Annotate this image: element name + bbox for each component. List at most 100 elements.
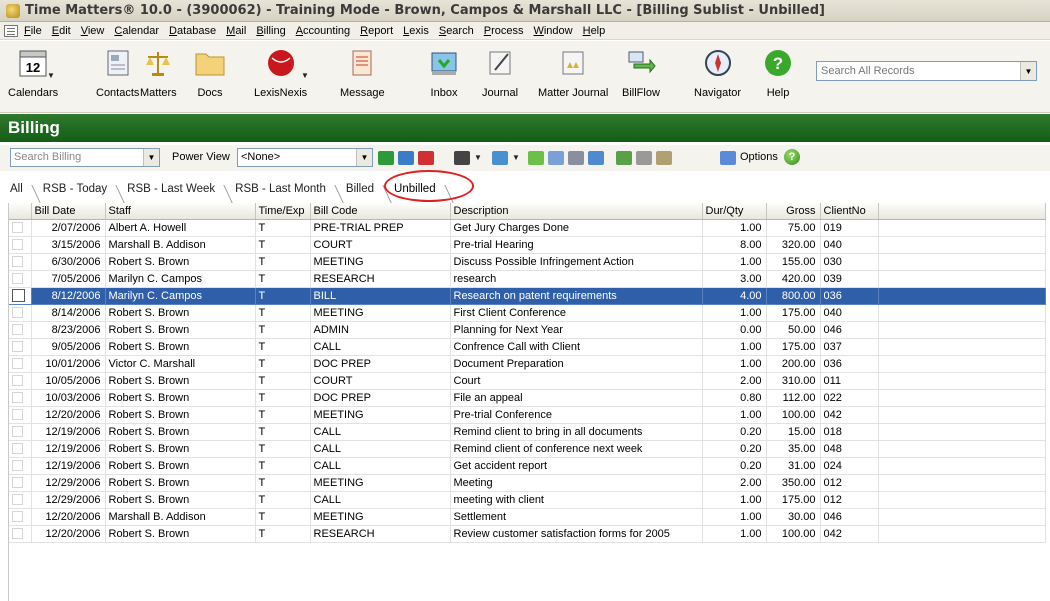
table-row[interactable]: 12/20/2006 Robert S. Brown T MEETING Pre-tri… xyxy=(9,406,1046,424)
column-header-bill-code[interactable]: Bill Code xyxy=(310,203,451,220)
column-header-description[interactable]: Description xyxy=(450,203,703,220)
help-icon[interactable]: ? xyxy=(784,149,800,165)
filter-icon[interactable] xyxy=(492,151,508,165)
search-all-records-input[interactable]: Search All Records xyxy=(817,65,1020,77)
row-checkbox[interactable] xyxy=(12,392,23,404)
help-button[interactable]: ? Help xyxy=(762,47,794,99)
print-icon[interactable] xyxy=(636,151,652,165)
row-checkbox[interactable] xyxy=(12,511,23,523)
menu-help[interactable]: Help xyxy=(583,25,606,37)
table-row[interactable]: 3/15/2006 Marshall B. Addison T COURT Pre-tr… xyxy=(9,236,1046,254)
row-checkbox[interactable] xyxy=(12,460,23,472)
row-checkbox[interactable] xyxy=(12,358,23,370)
table-row[interactable]: 12/19/2006 Robert S. Brown T CALL Remind cli… xyxy=(9,423,1046,441)
properties-icon[interactable] xyxy=(656,151,672,165)
docs-button[interactable]: Docs xyxy=(194,47,226,99)
search-all-records-combo[interactable]: Search All Records ▼ xyxy=(816,61,1037,81)
column-header-staff[interactable]: Staff xyxy=(105,203,256,220)
message-button[interactable]: Message xyxy=(340,47,385,99)
row-checkbox[interactable] xyxy=(12,324,23,336)
row-checkbox[interactable] xyxy=(12,443,23,455)
billing-search-combo[interactable]: Search Billing ▼ xyxy=(10,148,160,167)
edit-record-icon[interactable] xyxy=(398,151,414,165)
menu-search[interactable]: Search xyxy=(439,25,474,37)
calendars-dropdown-icon[interactable]: ▼ xyxy=(47,71,55,80)
lexisnexis-button[interactable]: LexisNexis xyxy=(254,47,307,99)
table-row[interactable]: 6/30/2006 Robert S. Brown T MEETING Discuss … xyxy=(9,253,1046,271)
tab-all[interactable]: All xyxy=(4,183,29,200)
row-checkbox[interactable] xyxy=(12,426,23,438)
row-checkbox[interactable] xyxy=(12,477,23,489)
matter-journal-button[interactable]: Matter Journal xyxy=(538,47,608,99)
row-checkbox[interactable] xyxy=(12,289,25,302)
table-row[interactable]: 8/14/2006 Robert S. Brown T MEETING First Cl… xyxy=(9,304,1046,322)
table-row[interactable]: 12/29/2006 Robert S. Brown T MEETING Meeting… xyxy=(9,474,1046,492)
column-header-clientno[interactable]: ClientNo xyxy=(820,203,879,220)
matters-button[interactable]: Matters xyxy=(140,47,177,99)
tab-rsb-last-week[interactable]: RSB - Last Week xyxy=(121,183,221,200)
row-checkbox[interactable] xyxy=(12,375,23,387)
add-record-icon[interactable] xyxy=(378,151,394,165)
journal-button[interactable]: Journal xyxy=(482,47,518,99)
power-view-select[interactable]: <None> ▼ xyxy=(237,148,373,167)
chevron-down-icon[interactable]: ▼ xyxy=(356,149,372,166)
navigator-button[interactable]: Navigator xyxy=(694,47,741,99)
billing-search-input[interactable]: Search Billing xyxy=(11,149,143,166)
table-row[interactable]: 12/20/2006 Marshall B. Addison T MEETING Set… xyxy=(9,508,1046,526)
row-checkbox[interactable] xyxy=(12,494,23,506)
table-row[interactable]: 10/03/2006 Robert S. Brown T DOC PREP File a… xyxy=(9,389,1046,407)
inbox-button[interactable]: Inbox xyxy=(428,47,460,99)
binoculars-icon[interactable] xyxy=(454,151,470,165)
table-row[interactable]: 10/01/2006 Victor C. Marshall T DOC PREP Doc… xyxy=(9,355,1046,373)
menu-edit[interactable]: Edit xyxy=(52,25,71,37)
column-header-dur-qty[interactable]: Dur/Qty xyxy=(702,203,767,220)
table-row[interactable]: 8/23/2006 Robert S. Brown T ADMIN Planning f… xyxy=(9,321,1046,339)
check-icon[interactable] xyxy=(528,151,544,165)
copy-icon[interactable] xyxy=(548,151,564,165)
tab-billed[interactable]: Billed xyxy=(340,183,380,200)
billflow-button[interactable]: BillFlow xyxy=(622,47,660,99)
table-row[interactable]: 12/19/2006 Robert S. Brown T CALL Get accide… xyxy=(9,457,1046,475)
tag-icon[interactable] xyxy=(588,151,604,165)
table-row[interactable]: 7/05/2006 Marilyn C. Campos T RESEARCH resea… xyxy=(9,270,1046,288)
row-checkbox[interactable] xyxy=(12,528,23,540)
table-row[interactable]: 8/12/2006 Marilyn C. Campos T BILL Research … xyxy=(9,287,1046,305)
options-button[interactable]: Options xyxy=(740,151,778,163)
chevron-down-icon[interactable]: ▼ xyxy=(1020,62,1036,80)
menu-mail[interactable]: Mail xyxy=(226,25,246,37)
menu-report[interactable]: Report xyxy=(360,25,393,37)
contacts-button[interactable]: Contacts xyxy=(96,47,139,99)
column-header-time-exp[interactable]: Time/Exp xyxy=(255,203,311,220)
document-menu-icon[interactable] xyxy=(4,24,18,37)
delete-record-icon[interactable] xyxy=(418,151,434,165)
menu-database[interactable]: Database xyxy=(169,25,216,37)
list-icon[interactable] xyxy=(568,151,584,165)
row-checkbox[interactable] xyxy=(12,239,23,251)
column-header-select[interactable] xyxy=(9,203,32,220)
find-dropdown-icon[interactable]: ▼ xyxy=(474,153,482,162)
menu-calendar[interactable]: Calendar xyxy=(114,25,159,37)
table-row[interactable]: 12/19/2006 Robert S. Brown T CALL Remind cli… xyxy=(9,440,1046,458)
menu-accounting[interactable]: Accounting xyxy=(296,25,350,37)
lexisnexis-dropdown-icon[interactable]: ▼ xyxy=(301,71,309,80)
row-checkbox[interactable] xyxy=(12,307,23,319)
menu-billing[interactable]: Billing xyxy=(256,25,285,37)
table-row[interactable]: 12/29/2006 Robert S. Brown T CALL meeting wi… xyxy=(9,491,1046,509)
tab-rsb-last-month[interactable]: RSB - Last Month xyxy=(229,183,332,200)
column-header-gross[interactable]: Gross xyxy=(766,203,821,220)
email-icon[interactable] xyxy=(616,151,632,165)
chevron-down-icon[interactable]: ▼ xyxy=(143,149,159,166)
row-checkbox[interactable] xyxy=(12,341,23,353)
menu-lexis[interactable]: Lexis xyxy=(403,25,429,37)
table-row[interactable]: 12/20/2006 Robert S. Brown T RESEARCH Review… xyxy=(9,525,1046,543)
menu-file[interactable]: File xyxy=(24,25,42,37)
row-checkbox[interactable] xyxy=(12,273,23,285)
table-row[interactable]: 9/05/2006 Robert S. Brown T CALL Confrence C… xyxy=(9,338,1046,356)
row-checkbox[interactable] xyxy=(12,256,23,268)
tab-rsb-today[interactable]: RSB - Today xyxy=(37,183,113,200)
filter-dropdown-icon[interactable]: ▼ xyxy=(512,153,520,162)
table-row[interactable]: 2/07/2006 Albert A. Howell T PRE-TRIAL PREP… xyxy=(9,219,1046,237)
row-checkbox[interactable] xyxy=(12,409,23,421)
column-header-bill-date[interactable]: Bill Date xyxy=(31,203,106,220)
menu-process[interactable]: Process xyxy=(484,25,524,37)
